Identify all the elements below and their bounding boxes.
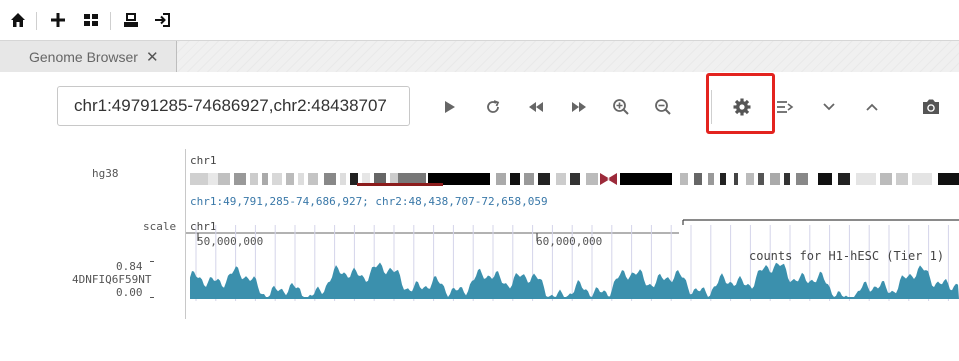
scale-label: scale [143, 220, 177, 233]
ideogram-band [538, 173, 550, 185]
ideogram-band [734, 173, 738, 185]
ideogram-band [234, 173, 246, 185]
app-toolbar [0, 0, 959, 41]
chevron-down-icon[interactable] [816, 94, 842, 120]
ideogram-band [694, 173, 702, 185]
ideogram-band [708, 173, 714, 185]
max-tick [150, 261, 154, 262]
fast-forward-icon[interactable] [566, 94, 592, 120]
ideogram-band [880, 173, 892, 185]
camera-icon[interactable] [918, 94, 944, 120]
refresh-icon[interactable] [480, 94, 506, 120]
ideogram-band [496, 173, 506, 185]
ideogram-band [570, 173, 580, 185]
settings-highlight-box [706, 73, 775, 134]
locus-coordinates: chr1:49,791,285-74,686,927; chr2:48,438,… [190, 195, 548, 208]
signal-max-label: 0.84 [116, 260, 143, 273]
browser-navbar: chr1:49791285-74686927,chr2:48438707 [0, 72, 959, 143]
ideogram-band [912, 173, 932, 185]
toolbar-divider [36, 12, 37, 30]
close-icon[interactable]: ✕ [146, 48, 159, 66]
ideogram-band [208, 173, 218, 185]
zoom-in-icon[interactable] [608, 94, 634, 120]
ideogram-band [308, 173, 318, 185]
signal-area-plot [190, 262, 959, 299]
plus-icon[interactable] [46, 8, 70, 32]
ideogram-band [746, 173, 754, 185]
tab-label: Genome Browser [29, 48, 138, 65]
save-icon[interactable] [119, 8, 143, 32]
centromere-marker [600, 173, 617, 185]
ideogram-band [286, 173, 294, 185]
home-icon[interactable] [6, 8, 30, 32]
ideogram-band [856, 173, 876, 185]
ideogram-band [324, 173, 336, 185]
ideogram-band [510, 173, 520, 185]
tab-genome-browser[interactable]: Genome Browser ✕ [0, 41, 177, 72]
ideogram-band [272, 173, 282, 185]
genome-track-area: hg38 chr1 chr1:49,791,285-74,686,927; ch… [0, 143, 959, 361]
ideogram-band [262, 173, 268, 185]
ideogram-band [784, 173, 790, 185]
zoom-out-icon[interactable] [650, 94, 676, 120]
min-tick [150, 297, 154, 298]
tab-strip: Genome Browser ✕ [0, 41, 959, 73]
ideogram-band [556, 173, 566, 185]
toolbar-divider [110, 12, 111, 30]
genome-label: hg38 [92, 167, 119, 180]
ideogram-chrom-label: chr1 [190, 154, 217, 167]
locus-input[interactable]: chr1:49791285-74686927,chr2:48438707 [57, 86, 410, 126]
signal-min-label: 0.00 [116, 286, 143, 299]
ideogram-band [586, 173, 598, 185]
tick-label-1: 50,000,000 [197, 235, 264, 248]
ideogram-band [838, 173, 850, 185]
ideogram-band [770, 173, 780, 185]
ideogram-band [938, 173, 959, 185]
ideogram-band [524, 173, 534, 185]
ideogram-band [250, 173, 258, 185]
chevron-up-icon[interactable] [859, 94, 885, 120]
play-icon[interactable] [437, 94, 463, 120]
ideogram-band [350, 173, 358, 185]
ideogram-band [620, 173, 672, 185]
ideogram-band [796, 173, 808, 185]
tick-label-2: 60,000,000 [536, 235, 603, 248]
ideogram-band [720, 173, 726, 185]
ideogram-band [896, 173, 908, 185]
ideogram-band [340, 173, 346, 185]
ideogram-band [190, 173, 208, 185]
rewind-icon[interactable] [523, 94, 549, 120]
current-region-bar [357, 183, 443, 186]
chromosome-ideogram [190, 173, 959, 186]
login-icon[interactable] [151, 8, 175, 32]
signal-track-name: 4DNFIQ6F59NT [72, 273, 152, 286]
ideogram-band [818, 173, 832, 185]
ideogram-band [218, 173, 230, 185]
grid-icon[interactable] [79, 8, 103, 32]
ideogram-band [680, 173, 688, 185]
ideogram-band [298, 173, 304, 185]
menu-list-icon[interactable] [772, 94, 798, 120]
ideogram-band [758, 173, 764, 185]
